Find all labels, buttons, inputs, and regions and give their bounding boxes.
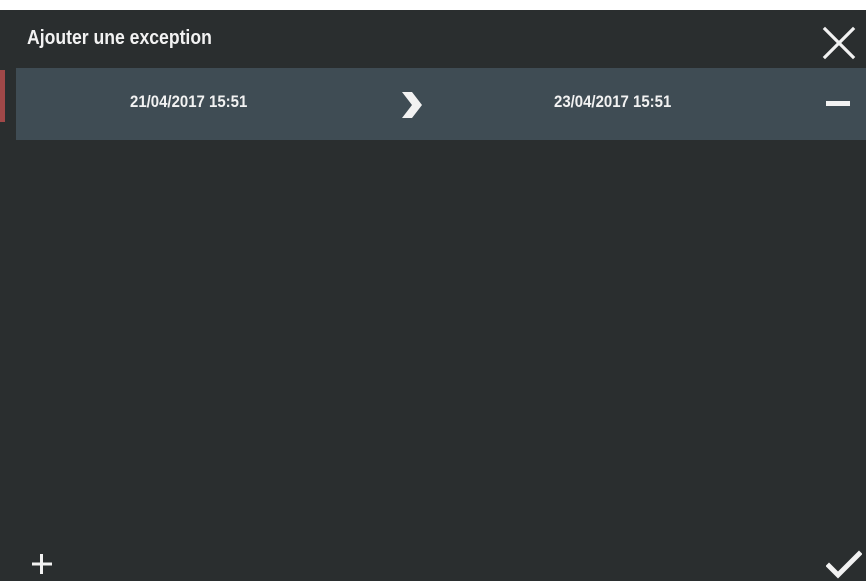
chevron-right-icon xyxy=(402,92,422,118)
dialog-title: Ajouter une exception xyxy=(27,27,212,49)
add-exception-button[interactable] xyxy=(30,552,54,576)
close-button[interactable] xyxy=(820,24,860,64)
add-exception-dialog: Ajouter une exception 21/04/2017 15:51 2… xyxy=(0,10,866,581)
row-accent-marker xyxy=(0,70,5,122)
confirm-button[interactable] xyxy=(825,550,863,580)
checkmark-icon xyxy=(825,550,863,579)
exception-start-date: 21/04/2017 15:51 xyxy=(130,92,248,111)
exception-row[interactable]: 21/04/2017 15:51 23/04/2017 15:51 xyxy=(16,68,866,140)
remove-exception-button[interactable] xyxy=(826,96,852,112)
minus-icon xyxy=(826,101,850,106)
close-icon xyxy=(822,26,856,60)
exception-end-date: 23/04/2017 15:51 xyxy=(554,92,672,111)
dialog-header: Ajouter une exception xyxy=(0,10,866,68)
plus-icon xyxy=(32,554,52,574)
